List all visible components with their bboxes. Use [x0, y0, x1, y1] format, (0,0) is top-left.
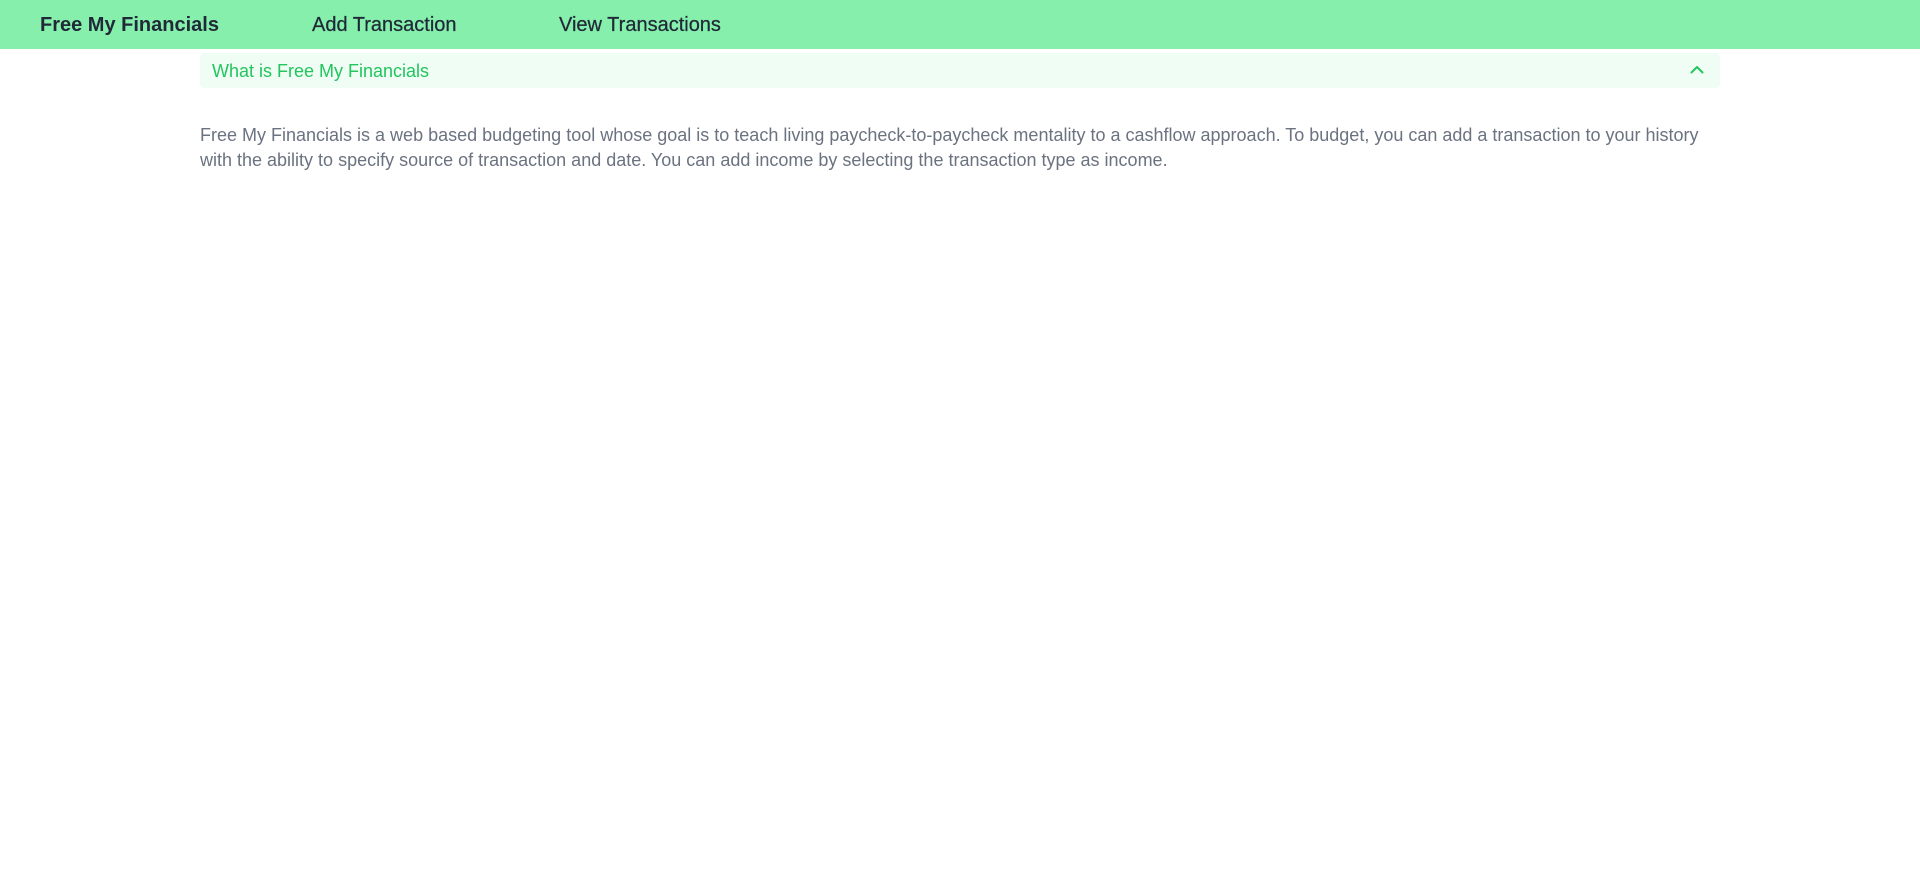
accordion-header[interactable]: What is Free My Financials: [200, 53, 1720, 88]
nav-add-transaction[interactable]: Add Transaction: [312, 0, 457, 49]
nav-view-transactions[interactable]: View Transactions: [559, 0, 721, 49]
accordion-title: What is Free My Financials: [212, 61, 430, 81]
accordion-body-text: Free My Financials is a web based budget…: [200, 125, 1699, 170]
chevron-up-icon[interactable]: [1688, 61, 1706, 79]
top-navbar: Free My Financials Add Transaction View …: [0, 0, 1920, 49]
brand-link[interactable]: Free My Financials: [40, 0, 219, 49]
about-accordion: What is Free My Financials Free My Finan…: [200, 53, 1720, 170]
